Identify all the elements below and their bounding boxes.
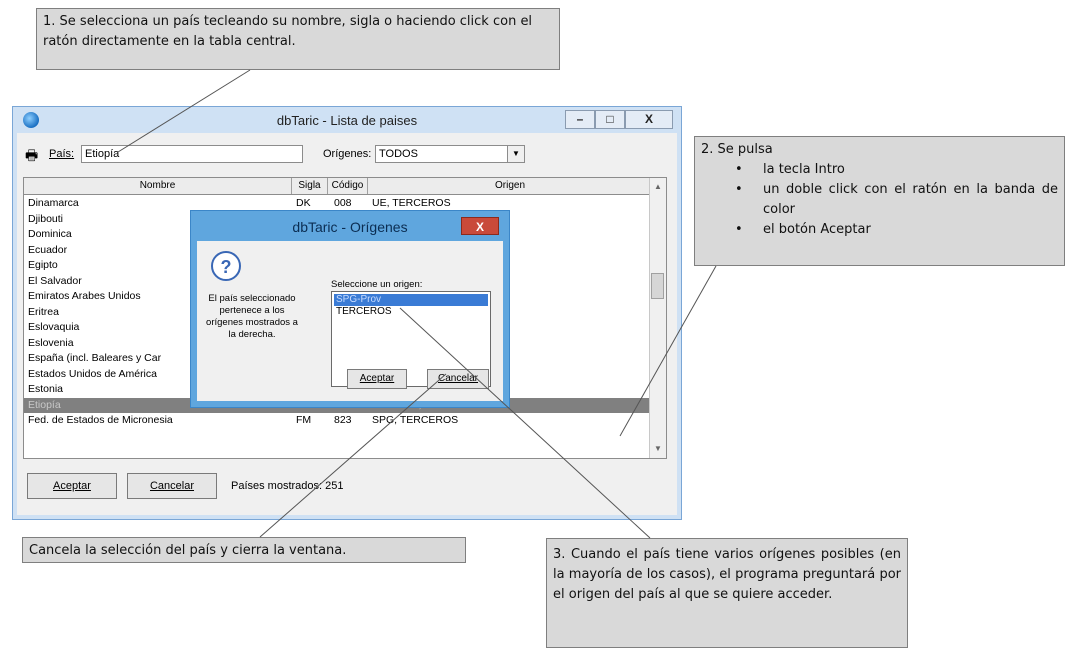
- table-cell-sigla: FM: [296, 414, 312, 426]
- column-header[interactable]: Nombre: [24, 178, 292, 194]
- table-row[interactable]: Dinamarca DK 008 UE, TERCEROS: [24, 196, 652, 211]
- table-cell-nombre: Dominica: [28, 228, 72, 240]
- table-cell-nombre: Fed. de Estados de Micronesia: [28, 414, 173, 426]
- callout-2-title: 2. Se pulsa: [701, 142, 773, 157]
- table-row[interactable]: Fed. de Estados de Micronesia FM 823 SPG, T…: [24, 413, 652, 428]
- table-cell-nombre: Etiopía: [28, 398, 61, 411]
- table-cell-nombre: Ecuador: [28, 243, 68, 256]
- filter-row: 🖶 País: Etiopía Orígenes: TODOS ▼: [23, 145, 671, 167]
- vertical-scrollbar[interactable]: ▲ ▼: [649, 178, 666, 458]
- table-cell-codigo: 008: [334, 197, 352, 209]
- table-header: Nombre Sigla Código Origen: [24, 178, 652, 195]
- maximize-button[interactable]: □: [595, 110, 625, 129]
- table-cell-nombre: Eslovenia: [28, 336, 74, 349]
- table-cell-nombre: Dinamarca: [28, 197, 79, 209]
- origen-item[interactable]: TERCEROS: [334, 306, 488, 318]
- dialog-aceptar-button[interactable]: Aceptar: [347, 369, 407, 389]
- callout-1-text: 1. Se selecciona un país tecleando su no…: [43, 14, 533, 49]
- dialog-close-button[interactable]: X: [461, 217, 499, 235]
- table-cell-nombre: Estados Unidos de América: [28, 367, 157, 380]
- origenes-value: TODOS: [379, 148, 418, 160]
- column-header[interactable]: Sigla: [292, 178, 328, 194]
- table-cell-nombre: Eritrea: [28, 305, 59, 318]
- callout-3: 3. Cuando el país tiene varios orígenes …: [546, 538, 908, 648]
- question-icon: ?: [211, 251, 241, 281]
- callout-4-text: Cancela la selección del país y cierra l…: [29, 543, 347, 558]
- close-button[interactable]: X: [625, 110, 673, 129]
- table-cell-nombre: Estonia: [28, 383, 64, 395]
- dialog-title-bar: dbTaric - Orígenes X: [191, 211, 509, 241]
- callout-2: 2. Se pulsa la tecla Intro un doble clic…: [694, 136, 1065, 266]
- minimize-button[interactable]: –: [565, 110, 595, 129]
- dialog-message: El país seleccionado pertenece a los orí…: [206, 293, 298, 340]
- callout-4: Cancela la selección del país y cierra l…: [22, 537, 466, 563]
- table-cell-nombre: Djibouti: [28, 212, 64, 225]
- callout-3-text: 3. Cuando el país tiene varios orígenes …: [553, 547, 901, 602]
- column-header[interactable]: Origen: [368, 178, 652, 194]
- scroll-down-icon[interactable]: ▼: [650, 442, 666, 456]
- pais-label: País:: [49, 148, 75, 160]
- callout-2-list: la tecla Intro un doble click con el rat…: [701, 160, 1058, 240]
- origenes-select[interactable]: TODOS ▼: [375, 145, 525, 163]
- table-cell-nombre: El Salvador: [28, 274, 82, 287]
- origen-item[interactable]: SPG-Prov: [334, 294, 488, 306]
- column-header[interactable]: Código: [328, 178, 368, 194]
- table-cell-nombre: Emiratos Arabes Unidos: [28, 290, 141, 302]
- origenes-label: Orígenes:: [323, 148, 372, 160]
- aceptar-button[interactable]: Aceptar: [27, 473, 117, 499]
- callout-2-item: el botón Aceptar: [735, 220, 1058, 240]
- dialog-body: ? El país seleccionado pertenece a los o…: [197, 241, 503, 401]
- origenes-dialog: dbTaric - Orígenes X ? El país seleccion…: [190, 210, 510, 408]
- dialog-cancelar-button[interactable]: Cancelar: [427, 369, 489, 389]
- status-text: Países mostrados: 251: [231, 480, 344, 492]
- scroll-up-icon[interactable]: ▲: [650, 180, 666, 194]
- table-cell-nombre: España (incl. Baleares y Car: [28, 352, 162, 364]
- chevron-down-icon[interactable]: ▼: [507, 146, 524, 162]
- table-cell-origen: UE, TERCEROS: [372, 197, 451, 209]
- table-cell-codigo: 823: [334, 414, 352, 426]
- table-cell-nombre: Egipto: [28, 259, 58, 271]
- table-cell-sigla: DK: [296, 197, 311, 209]
- callout-2-item: un doble click con el ratón en la banda …: [735, 180, 1058, 220]
- callout-1: 1. Se selecciona un país tecleando su no…: [36, 8, 560, 70]
- title-bar: dbTaric - Lista de paises – □ X: [13, 107, 681, 133]
- table-cell-origen: SPG, TERCEROS: [372, 414, 459, 426]
- pais-input[interactable]: Etiopía: [81, 145, 303, 163]
- callout-2-item: la tecla Intro: [735, 160, 1058, 180]
- cancelar-button[interactable]: Cancelar: [127, 473, 217, 499]
- dialog-label: Seleccione un origen:: [331, 279, 423, 290]
- scroll-thumb[interactable]: [651, 273, 664, 299]
- table-cell-nombre: Eslovaquia: [28, 321, 80, 333]
- printer-icon[interactable]: 🖶: [25, 147, 43, 163]
